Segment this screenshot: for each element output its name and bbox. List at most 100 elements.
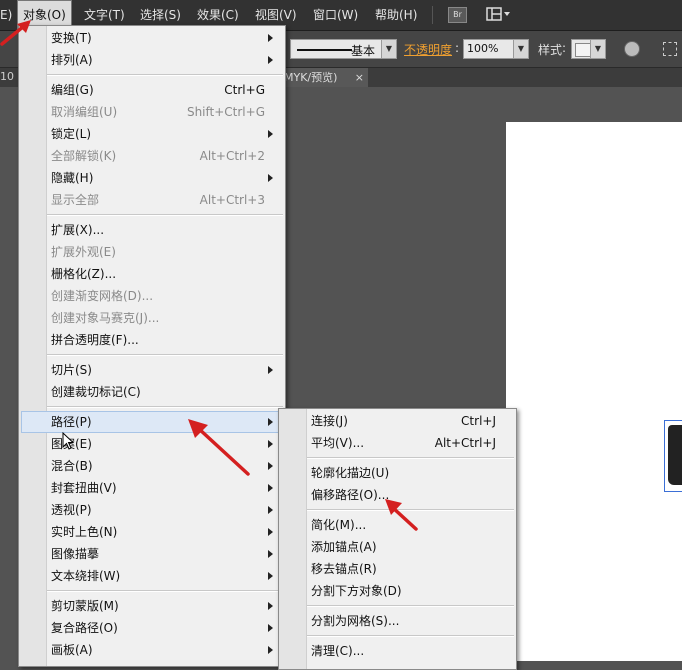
annotation-arrow-icon (188, 419, 250, 476)
opacity-value: 100% (467, 42, 499, 55)
artwork-shape (668, 425, 682, 485)
menu-separator (47, 590, 283, 592)
menu-item[interactable]: 全部解锁(K) (51, 145, 116, 167)
menu-shortcut: Ctrl+J (461, 414, 496, 428)
menu-item[interactable]: 文本绕排(W) (51, 565, 120, 587)
menu-item[interactable]: 拼合透明度(F)... (51, 329, 139, 351)
menu-item[interactable]: 路径(P) (51, 411, 92, 433)
menu-item[interactable]: 取消编组(U) (51, 101, 117, 123)
submenu-item[interactable]: 添加锚点(A) (311, 536, 377, 558)
opacity-label[interactable]: 不透明度 (404, 41, 452, 58)
opacity-input[interactable]: 100% ▼ (463, 39, 529, 59)
align-icon[interactable] (663, 42, 677, 56)
menu-separator (47, 354, 283, 356)
submenu-arrow-icon (268, 484, 273, 492)
submenu-arrow-icon (268, 506, 273, 514)
submenu-arrow-icon (268, 366, 273, 374)
menu-item[interactable]: 创建裁切标记(C) (51, 381, 141, 403)
menu-separator (307, 605, 514, 607)
menu-item[interactable]: 变换(T) (51, 27, 92, 49)
object-menu: 变换(T) 排列(A) 编组(G) Ctrl+G 取消编组(U) Shift+Ctrl+G… (18, 25, 286, 667)
submenu-item[interactable]: 轮廓化描边(U) (311, 462, 389, 484)
tab-fragment[interactable]: 10 (0, 70, 14, 83)
artboard[interactable] (506, 122, 682, 661)
menu-item[interactable]: 锁定(L) (51, 123, 91, 145)
menu-item[interactable]: 剪切蒙版(M) (51, 595, 119, 617)
menu-shortcut: Ctrl+G (224, 83, 265, 97)
submenu-item[interactable]: 连接(J) (311, 410, 348, 432)
menu-item[interactable]: 切片(S) (51, 359, 92, 381)
menu-item[interactable]: 实时上色(N) (51, 521, 117, 543)
menu-item[interactable]: 复合路径(O) (51, 617, 118, 639)
menu-item[interactable]: 图像描摹 (51, 543, 99, 565)
menu-shortcut: Shift+Ctrl+G (186, 105, 265, 119)
submenu-arrow-icon (268, 572, 273, 580)
menu-shortcut: Alt+Ctrl+J (434, 436, 496, 450)
menu-item[interactable]: 隐藏(H) (51, 167, 93, 189)
submenu-arrow-icon (268, 418, 273, 426)
path-submenu: 连接(J) Ctrl+J 平均(V)... Alt+Ctrl+J 轮廓化描边(U) 偏移路… (278, 408, 517, 670)
submenu-arrow-icon (268, 624, 273, 632)
menu-item[interactable]: 显示全部 (51, 189, 99, 211)
menu-window[interactable]: 窗口(W) (313, 0, 358, 30)
tab-document[interactable]: MYK/预览) × (282, 68, 368, 87)
chevron-down-icon[interactable]: ▼ (381, 40, 396, 58)
baidu-watermark: Bai 经验 jingyan.baidu.com (520, 590, 680, 660)
submenu-arrow-icon (268, 130, 273, 138)
menu-gutter (19, 26, 47, 666)
menu-separator (47, 406, 283, 408)
stroke-line-preview (297, 49, 352, 51)
menu-item[interactable]: 扩展(X)... (51, 219, 104, 241)
menu-item[interactable]: 画板(A) (51, 639, 93, 661)
mouse-cursor-icon (62, 432, 75, 450)
menu-help[interactable]: 帮助(H) (375, 0, 417, 30)
watermark-logo: Bai 经验 (522, 597, 622, 627)
style-label: 样式 (538, 43, 563, 57)
tab-document-label: MYK/预览) (284, 71, 338, 84)
chevron-down-icon[interactable]: ▼ (590, 40, 605, 58)
style-colon: : (562, 41, 567, 55)
submenu-item[interactable]: 分割下方对象(D) (311, 580, 402, 602)
submenu-item[interactable]: 移去锚点(R) (311, 558, 377, 580)
submenu-arrow-icon (268, 174, 273, 182)
menu-item[interactable]: 创建渐变网格(D)... (51, 285, 153, 307)
submenu-item[interactable]: 清理(C)... (311, 640, 364, 662)
menu-shortcut: Alt+Ctrl+3 (199, 193, 265, 207)
stroke-profile-label: 基本 (351, 44, 376, 58)
menu-item[interactable]: 创建对象马赛克(J)... (51, 307, 159, 329)
submenu-item[interactable]: 偏移路径(O)... (311, 484, 389, 506)
menu-shortcut: Alt+Ctrl+2 (199, 149, 265, 163)
workspace-switcher-icon[interactable] (486, 7, 512, 22)
menu-separator (307, 457, 514, 459)
menu-item[interactable]: 混合(B) (51, 455, 93, 477)
menu-item[interactable]: 排列(A) (51, 49, 93, 71)
menu-item[interactable]: 透视(P) (51, 499, 92, 521)
submenu-item[interactable]: 分割为网格(S)... (311, 610, 399, 632)
menu-item[interactable]: 扩展外观(E) (51, 241, 116, 263)
graphic-style-picker[interactable]: ▼ (571, 39, 606, 59)
submenu-item[interactable]: 简化(M)... (311, 514, 366, 536)
recolor-globe-icon[interactable] (624, 41, 640, 57)
submenu-item[interactable]: 平均(V)... (311, 432, 364, 454)
submenu-arrow-icon (268, 56, 273, 64)
submenu-gutter (279, 409, 307, 669)
submenu-arrow-icon (268, 602, 273, 610)
annotation-arrow-icon (385, 499, 418, 531)
selected-artwork[interactable] (664, 420, 682, 492)
menubar-divider (432, 6, 433, 24)
submenu-arrow-icon (268, 462, 273, 470)
menu-separator (47, 214, 283, 216)
menu-item[interactable]: 栅格化(Z)... (51, 263, 116, 285)
menu-separator (47, 74, 283, 76)
chevron-down-icon[interactable]: ▼ (513, 40, 528, 58)
submenu-arrow-icon (268, 528, 273, 536)
menu-item[interactable]: 封套扭曲(V) (51, 477, 117, 499)
annotation-arrow-icon (0, 20, 31, 46)
close-icon[interactable]: × (355, 68, 364, 87)
stroke-profile-select[interactable]: 基本 ▼ (290, 39, 397, 59)
bridge-icon[interactable]: Br (448, 7, 467, 23)
submenu-arrow-icon (268, 550, 273, 558)
submenu-arrow-icon (268, 646, 273, 654)
submenu-arrow-icon (268, 440, 273, 448)
menu-item[interactable]: 编组(G) (51, 79, 94, 101)
